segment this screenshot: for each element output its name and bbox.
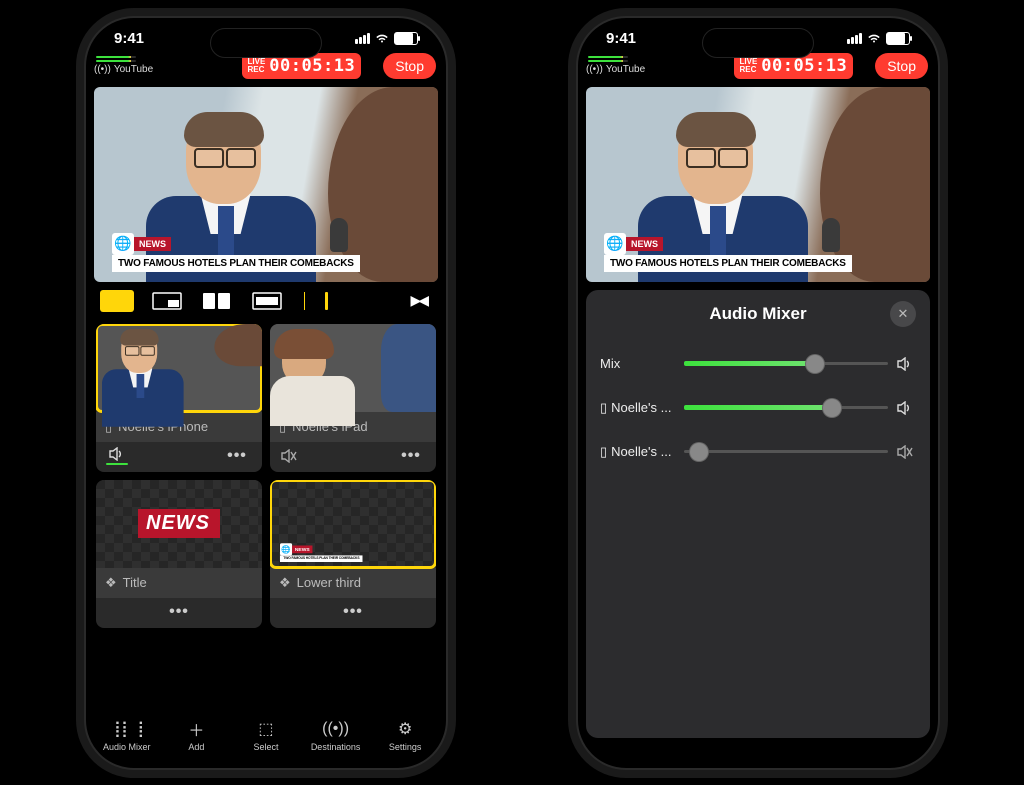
select-button[interactable]: ⬚Select [234, 719, 298, 752]
lower-third-overlay: 🌐 NEWS TWO FAMOUS HOTELS PLAN THEIR COME… [112, 233, 360, 272]
close-icon: ✕ [898, 306, 909, 322]
program-preview[interactable]: 🌐 NEWS TWO FAMOUS HOTELS PLAN THEIR COME… [94, 87, 438, 282]
source-title-graphic[interactable]: NEWS ❖Title ••• [96, 480, 262, 628]
broadcast-icon: ((•)) [586, 64, 603, 75]
more-icon[interactable]: ••• [164, 603, 194, 621]
mixer-icon: ⢸⡇⢸ [109, 719, 144, 739]
layout-pip[interactable] [150, 290, 184, 312]
dynamic-island [702, 28, 814, 58]
status-time: 9:41 [606, 30, 636, 47]
destination-indicator[interactable]: ((•)) YouTube [586, 64, 645, 75]
destinations-button[interactable]: ((•))Destinations [304, 719, 368, 752]
select-icon: ⬚ [258, 719, 273, 739]
signal-icon [355, 33, 370, 44]
lower-third-overlay: 🌐NEWS TWO FAMOUS HOTELS PLAN THEIR COMEB… [604, 233, 852, 272]
wifi-icon [866, 32, 882, 44]
battery-icon [886, 32, 910, 45]
level-meter [96, 56, 153, 62]
more-icon[interactable]: ••• [396, 447, 426, 465]
audio-mixer-button[interactable]: ⢸⡇⢸Audio Mixer [95, 719, 159, 752]
mixer-slider[interactable] [684, 442, 888, 462]
layout-full[interactable] [100, 290, 134, 312]
source-audio-button[interactable] [280, 449, 298, 463]
tablet-icon: ▯ [600, 444, 607, 460]
sources-grid: ▯Noelle's iPhone ••• ▯Noelle's iPad ••• … [86, 320, 446, 632]
speaker-muted-icon [280, 449, 298, 463]
speaker-icon[interactable] [896, 357, 916, 371]
mixer-slider[interactable] [684, 398, 888, 418]
mixer-row-source-2: ▯Noelle's ... [600, 430, 916, 474]
phone-right: 9:41 ((•)) YouTube LIVEREC 00:05:13 Stop [576, 16, 940, 770]
broadcast-icon: ((•)) [322, 719, 349, 739]
phone-icon: ▯ [600, 400, 607, 416]
wifi-icon [374, 32, 390, 44]
stop-button[interactable]: Stop [383, 53, 436, 79]
source-audio-button[interactable] [106, 447, 128, 465]
status-time: 9:41 [114, 30, 144, 47]
more-icon[interactable]: ••• [338, 603, 368, 621]
audio-mixer-panel: Audio Mixer ✕ Mix ▯Noelle's ... ▯Noelle'… [586, 290, 930, 738]
layout-wide[interactable] [250, 290, 284, 312]
more-icon[interactable]: ••• [222, 447, 252, 465]
plus-icon: ＋ [188, 719, 204, 739]
signal-icon [847, 33, 862, 44]
elapsed-time: 00:05:13 [269, 56, 355, 76]
dynamic-island [210, 28, 322, 58]
speaker-muted-icon[interactable] [896, 445, 916, 459]
bottom-toolbar: ⢸⡇⢸Audio Mixer ＋Add ⬚Select ((•))Destina… [86, 715, 446, 762]
layout-indicator [325, 292, 328, 310]
battery-icon [394, 32, 418, 45]
gear-icon: ⚙ [398, 719, 412, 739]
speaker-icon [108, 447, 126, 461]
layers-icon: ❖ [279, 575, 291, 591]
add-button[interactable]: ＋Add [164, 719, 228, 752]
source-camera-1[interactable]: ▯Noelle's iPhone ••• [96, 324, 262, 472]
elapsed-time: 00:05:13 [761, 56, 847, 76]
settings-button[interactable]: ⚙Settings [373, 719, 437, 752]
speaker-icon[interactable] [896, 401, 916, 415]
layout-mirror-icon[interactable]: ▶◀ [410, 292, 426, 309]
source-lower-third[interactable]: 🌐NEWS TWO FAMOUS HOTELS PLAN THEIR COMEB… [270, 480, 436, 628]
level-meter [588, 56, 645, 62]
phone-left: 9:41 ((•)) YouTube LIVEREC 00:05:13 Stop [84, 16, 448, 770]
broadcast-icon: ((•)) [94, 64, 111, 75]
mixer-slider[interactable] [684, 354, 888, 374]
layers-icon: ❖ [105, 575, 117, 591]
close-button[interactable]: ✕ [890, 301, 916, 327]
stop-button[interactable]: Stop [875, 53, 928, 79]
destination-indicator[interactable]: ((•)) YouTube [94, 64, 153, 75]
source-camera-2[interactable]: ▯Noelle's iPad ••• [270, 324, 436, 472]
mixer-row-mix: Mix [600, 342, 916, 386]
mixer-row-source-1: ▯Noelle's ... [600, 386, 916, 430]
layout-split[interactable] [200, 290, 234, 312]
mixer-title: Audio Mixer [709, 304, 806, 324]
program-preview[interactable]: 🌐NEWS TWO FAMOUS HOTELS PLAN THEIR COMEB… [586, 87, 930, 282]
layout-toolbar: ▶◀ [86, 282, 446, 320]
globe-icon: 🌐 [112, 233, 134, 255]
